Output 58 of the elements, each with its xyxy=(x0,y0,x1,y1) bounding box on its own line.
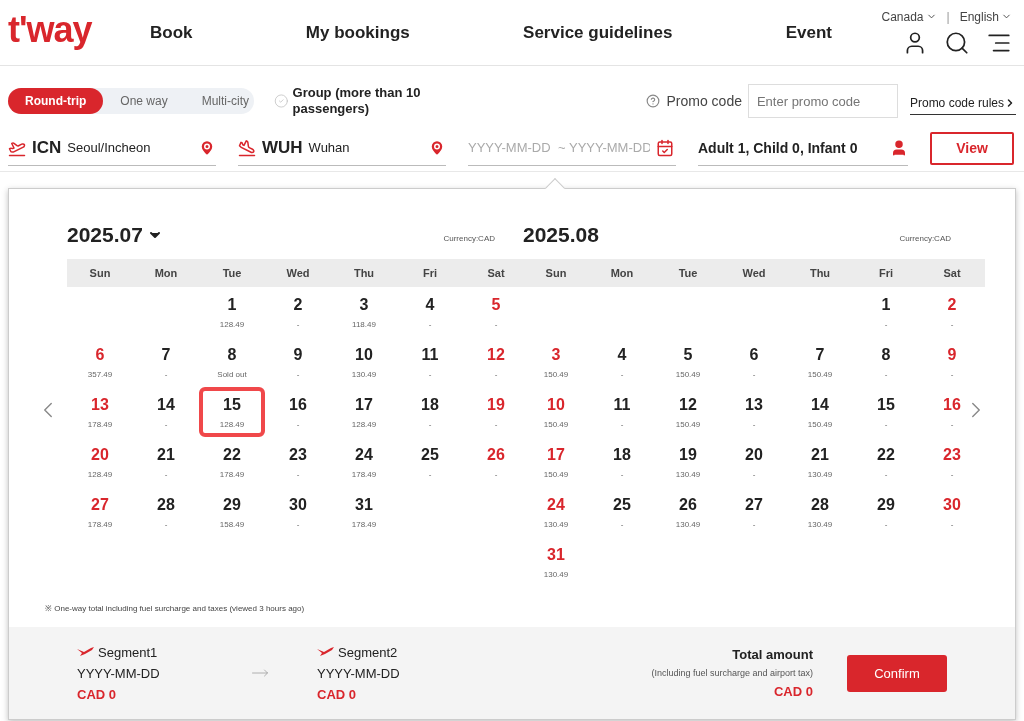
language-selector[interactable]: English xyxy=(959,9,1012,24)
confirm-button[interactable]: Confirm xyxy=(847,654,947,692)
total-note: (Including fuel surcharge and airport tax) xyxy=(651,668,813,678)
region-selector[interactable]: Canada xyxy=(881,9,937,24)
trip-type-tab[interactable]: One way xyxy=(103,88,185,114)
total-amount: CAD 0 xyxy=(774,684,813,699)
currency-label: Currency:CAD xyxy=(899,234,951,243)
map-pin-icon xyxy=(198,138,216,157)
date-from-input[interactable]: YYYY-MM-DD xyxy=(468,140,552,155)
passenger-field[interactable]: Adult 1, Child 0, Infant 0 xyxy=(698,130,908,166)
nav-link[interactable]: Service guidelines xyxy=(523,22,673,43)
weekday-header: Tue xyxy=(199,259,265,287)
weekday-header: Wed xyxy=(721,259,787,287)
weekday-header: Thu xyxy=(787,259,853,287)
weekday-header: Sun xyxy=(67,259,133,287)
weekday-header: Fri xyxy=(853,259,919,287)
view-button[interactable]: View xyxy=(930,131,1014,165)
segment-label: Segment1 xyxy=(98,644,158,660)
trip-type-tab[interactable]: Round-trip xyxy=(8,88,104,114)
origin-field[interactable]: ICN Seoul/Incheon xyxy=(8,130,216,166)
promo-rules-link[interactable]: Promo code rules xyxy=(909,87,1016,115)
help-icon[interactable] xyxy=(646,94,661,108)
weekday-header: Tue xyxy=(655,259,721,287)
promo-code-input[interactable]: Enter promo code xyxy=(747,84,898,118)
currency-label: Currency:CAD xyxy=(443,234,495,243)
separator: | xyxy=(946,9,950,24)
nav-link[interactable]: My bookings xyxy=(305,22,410,43)
checkbox[interactable] xyxy=(274,91,289,111)
weekday-header: Mon xyxy=(133,259,199,287)
weekday-header: Thu xyxy=(331,259,397,287)
segment-label: Segment2 xyxy=(338,644,398,660)
calendar-icon[interactable] xyxy=(656,138,674,157)
segment-date: YYYY-MM-DD xyxy=(77,665,161,681)
segment-price: CAD 0 xyxy=(77,686,117,702)
month-title: 2025.08 xyxy=(523,223,599,247)
weekday-header: Wed xyxy=(265,259,331,287)
logo[interactable]: t'way xyxy=(8,8,118,51)
total-label: Total amount xyxy=(732,647,813,662)
weekday-header: Sat xyxy=(919,259,985,287)
person-icon xyxy=(890,138,908,157)
trip-type-tab[interactable]: Multi-city xyxy=(184,88,266,114)
landing-icon xyxy=(238,138,256,157)
nav-link[interactable]: Event xyxy=(785,22,832,43)
search-icon[interactable] xyxy=(944,29,970,56)
weekday-header: Fri xyxy=(397,259,463,287)
price-note: ※ One-way total including fuel surcharge and taxes (viewed 3 hours ago) xyxy=(44,603,306,613)
destination-field[interactable]: WUH Wuhan xyxy=(238,130,446,166)
promo-label: Promo code xyxy=(666,93,742,109)
group-label: Group (more than 10 passengers) xyxy=(292,85,422,117)
segment-date: YYYY-MM-DD xyxy=(317,665,401,681)
plane-icon xyxy=(77,647,94,657)
nav-link[interactable]: Book xyxy=(150,22,193,43)
segment-price: CAD 0 xyxy=(317,686,357,702)
map-pin-icon xyxy=(428,138,446,157)
weekday-header: Mon xyxy=(589,259,655,287)
calendar-day[interactable]: 15 128.49 xyxy=(199,387,265,437)
plane-icon xyxy=(317,647,334,657)
month-selector[interactable]: 2025.07 xyxy=(67,223,163,247)
